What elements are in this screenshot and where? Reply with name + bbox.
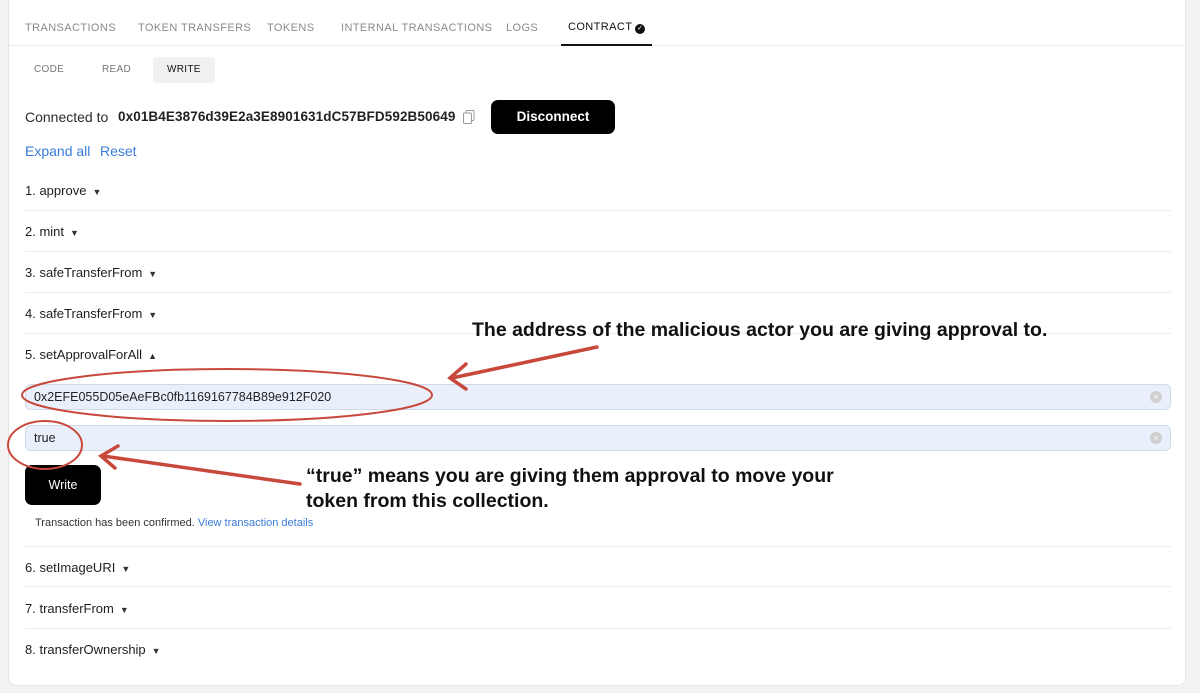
method-label: 2. mint: [25, 224, 65, 239]
method-set-image-uri[interactable]: 6. setImageURI ▼: [25, 546, 1171, 587]
chevron-down-icon: ▼: [148, 269, 158, 279]
operator-address-value: 0x2EFE055D05eAeFBc0fb1169167784B89e912F0…: [34, 390, 332, 404]
method-label: 7. transferFrom: [25, 601, 114, 616]
tab-internal-transactions[interactable]: INTERNAL TRANSACTIONS: [341, 0, 492, 46]
tab-contract-label: CONTRACT: [568, 21, 633, 33]
view-transaction-link[interactable]: View transaction details: [198, 517, 313, 529]
contract-panel: TRANSACTIONS TOKEN TRANSFERS TOKENS INTE…: [8, 0, 1186, 686]
subtab-write[interactable]: WRITE: [153, 57, 215, 83]
connected-label: Connected to: [25, 109, 109, 125]
clear-icon[interactable]: ×: [1150, 391, 1162, 403]
method-label: 3. safeTransferFrom: [25, 265, 143, 280]
chevron-down-icon: ▼: [70, 228, 79, 238]
approved-value: true: [34, 431, 56, 445]
copy-icon[interactable]: [463, 110, 475, 124]
tab-logs[interactable]: LOGS: [506, 0, 538, 46]
method-label: 6. setImageURI: [25, 560, 116, 575]
chevron-down-icon: ▼: [121, 564, 131, 574]
disconnect-button[interactable]: Disconnect: [491, 100, 615, 134]
chevron-down-icon: ▼: [148, 310, 158, 320]
chevron-down-icon: ▼: [151, 646, 161, 656]
method-approve[interactable]: 1. approve ▼: [25, 170, 1171, 211]
connected-address: 0x01B4E3876d39E2a3E8901631dC57BFD592B506…: [118, 109, 456, 124]
reset-link[interactable]: Reset: [100, 143, 137, 159]
subtab-code[interactable]: CODE: [20, 57, 78, 83]
method-label: 5. setApprovalForAll: [25, 347, 143, 362]
verified-check-icon: ✓: [635, 24, 646, 34]
method-label: 4. safeTransferFrom: [25, 306, 143, 321]
method-transfer-ownership[interactable]: 8. transferOwnership ▼: [25, 629, 1171, 670]
annotation-true-line1: “true” means you are giving them approva…: [306, 465, 834, 487]
method-transfer-from[interactable]: 7. transferFrom ▼: [25, 588, 1171, 629]
write-button[interactable]: Write: [25, 465, 101, 505]
expand-all-link[interactable]: Expand all: [25, 143, 90, 159]
chevron-down-icon: ▼: [119, 605, 129, 615]
tab-token-transfers[interactable]: TOKEN TRANSFERS: [138, 0, 251, 46]
confirmation-message: Transaction has been confirmed. View tra…: [35, 517, 313, 529]
method-label: 8. transferOwnership: [25, 642, 146, 657]
method-label: 1. approve: [25, 183, 87, 198]
method-safe-transfer-from-1[interactable]: 3. safeTransferFrom ▼: [25, 252, 1171, 293]
subtab-read[interactable]: READ: [88, 57, 145, 83]
annotation-true-line2: token from this collection.: [306, 490, 549, 512]
approved-input[interactable]: true ×: [25, 425, 1171, 451]
operator-address-input[interactable]: 0x2EFE055D05eAeFBc0fb1169167784B89e912F0…: [25, 384, 1171, 410]
chevron-down-icon: ▼: [92, 187, 102, 197]
tab-contract[interactable]: CONTRACT ✓: [561, 0, 653, 46]
clear-icon[interactable]: ×: [1150, 432, 1162, 444]
tab-tokens[interactable]: TOKENS: [267, 0, 314, 46]
tab-transactions[interactable]: TRANSACTIONS: [25, 0, 116, 46]
annotation-true-note: “true” means you are giving them approva…: [306, 464, 834, 514]
tab-bar: TRANSACTIONS TOKEN TRANSFERS TOKENS INTE…: [9, 0, 1185, 46]
method-mint[interactable]: 2. mint ▼: [25, 211, 1171, 252]
confirmation-text: Transaction has been confirmed.: [35, 517, 195, 529]
chevron-up-icon: ▲: [148, 351, 157, 361]
annotation-address-note: The address of the malicious actor you a…: [472, 319, 1048, 341]
